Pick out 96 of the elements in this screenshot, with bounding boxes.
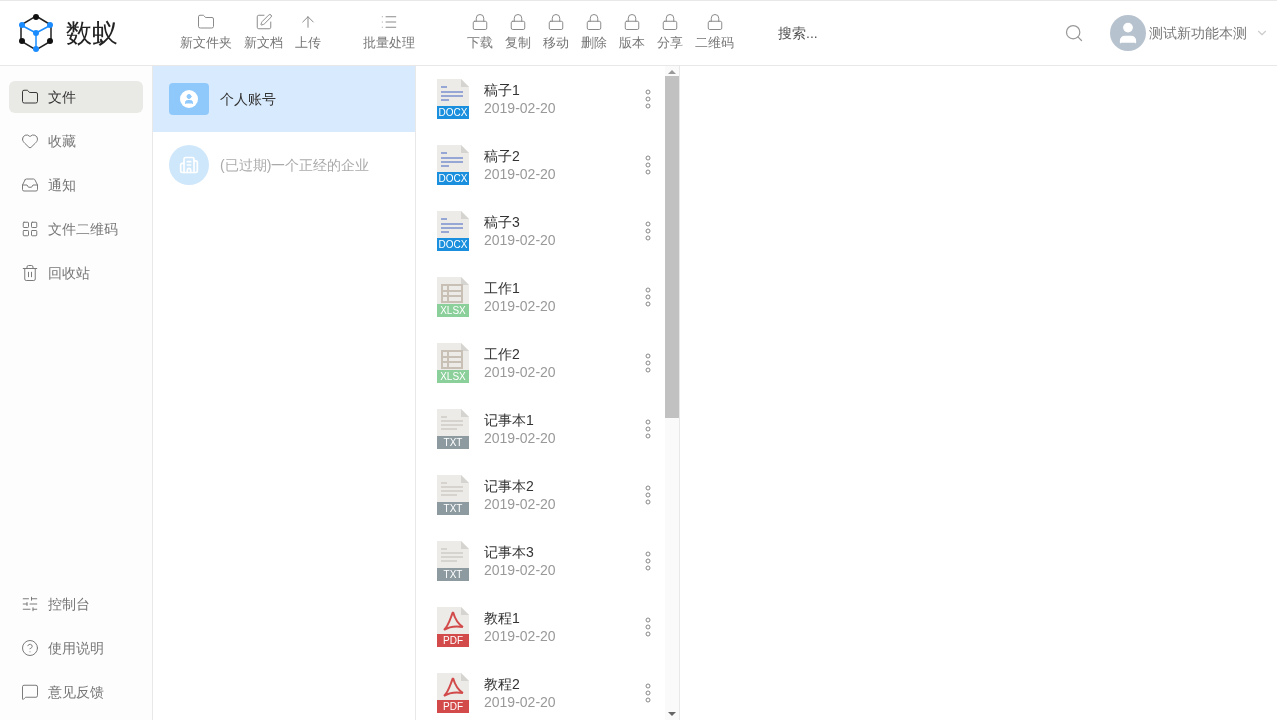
sliders-icon [21,595,39,613]
toolbar-button[interactable]: 版本 [613,13,651,53]
account-item[interactable]: 个人账号 [153,66,415,132]
folder-icon [197,13,215,32]
more-icon[interactable] [645,287,651,307]
file-date: 2019-02-20 [484,297,557,315]
help-icon [21,639,39,657]
more-icon[interactable] [645,89,651,109]
file-row[interactable]: DOCX 稿子3 2019-02-20 [416,198,665,264]
file-type-label: DOCX [437,106,469,119]
trash-icon [21,264,39,282]
file-type-label: TXT [437,568,469,581]
toolbar-button[interactable]: 新文档 [238,13,289,53]
file-name: 教程1 [484,609,521,627]
file-name: 记事本1 [484,411,535,429]
file-date: 2019-02-20 [484,627,557,645]
sidebar-item[interactable]: 回收站 [9,257,143,289]
file-type-label: PDF [437,700,469,713]
file-row[interactable]: XLSX 工作2 2019-02-20 [416,330,665,396]
file-row[interactable]: DOCX 稿子2 2019-02-20 [416,132,665,198]
file-name: 记事本3 [484,543,535,561]
toolbar-button[interactable]: 删除 [575,13,613,53]
lock-icon [585,13,603,32]
file-date: 2019-02-20 [484,429,557,447]
more-icon[interactable] [645,221,651,241]
brand-name: 数蚁 [66,16,118,50]
sidebar-item[interactable]: 文件 [9,81,143,113]
file-type-label: DOCX [437,172,469,185]
file-row[interactable]: TXT 记事本2 2019-02-20 [416,462,665,528]
user-name[interactable]: 测试新功能本测 [1149,22,1247,44]
file-date: 2019-02-20 [484,165,557,183]
file-row[interactable]: XLSX 工作1 2019-02-20 [416,264,665,330]
folder-icon [21,88,39,106]
more-icon[interactable] [645,419,651,439]
file-date: 2019-02-20 [484,231,557,249]
heart-icon [21,132,39,150]
more-icon[interactable] [645,617,651,637]
file-date: 2019-02-20 [484,561,557,579]
building-icon [169,145,209,185]
sidebar-item[interactable]: 使用说明 [9,632,143,664]
lock-icon [509,13,527,32]
file-date: 2019-02-20 [484,495,557,513]
edit-icon [254,13,273,32]
file-type-label: XLSX [437,370,469,383]
toolbar-button[interactable]: 移动 [537,13,575,53]
toolbar-button[interactable]: 批量处理 [357,13,421,53]
file-name: 记事本2 [484,477,535,495]
lock-icon [547,13,565,32]
search-field[interactable]: 搜索... [778,22,908,44]
more-icon[interactable] [645,551,651,571]
file-name: 工作2 [484,345,521,363]
toolbar-button[interactable]: 二维码 [689,13,740,53]
lock-icon [661,13,679,32]
toolbar-button[interactable]: 上传 [289,13,327,53]
lock-icon [705,13,724,32]
file-type-label: TXT [437,502,469,515]
more-icon[interactable] [645,683,651,703]
file-name: 稿子1 [484,81,521,99]
file-name: 稿子3 [484,213,521,231]
more-icon[interactable] [645,353,651,373]
toolbar-button[interactable]: 分享 [651,13,689,53]
file-date: 2019-02-20 [484,363,557,381]
file-row[interactable]: PDF 教程1 2019-02-20 [416,594,665,660]
sidebar-item[interactable]: 意见反馈 [9,676,143,708]
file-row[interactable]: DOCX 稿子1 2019-02-20 [416,66,665,132]
more-icon[interactable] [645,155,651,175]
avatar-icon[interactable] [1110,15,1146,51]
file-type-label: XLSX [437,304,469,317]
sidebar-item[interactable]: 控制台 [9,588,143,620]
user-folder-icon [169,83,209,115]
file-name: 教程2 [484,675,521,693]
file-row[interactable]: TXT 记事本3 2019-02-20 [416,528,665,594]
file-type-label: PDF [437,634,469,647]
grid-icon [21,220,39,238]
file-name: 工作1 [484,279,521,297]
file-type-label: DOCX [437,238,469,251]
chat-icon [21,683,39,701]
scrollbar[interactable] [665,66,679,720]
sidebar-item[interactable]: 收藏 [9,125,143,157]
toolbar-button[interactable]: 复制 [499,13,537,53]
toolbar-button[interactable]: 下载 [461,13,499,53]
toolbar-button[interactable]: 新文件夹 [174,13,238,53]
logo-icon [18,13,54,53]
lock-icon [471,13,489,32]
file-date: 2019-02-20 [484,99,557,117]
more-icon[interactable] [645,485,651,505]
file-row[interactable]: TXT 记事本1 2019-02-20 [416,396,665,462]
file-date: 2019-02-20 [484,693,557,711]
search-icon[interactable] [1064,23,1084,43]
sidebar-item[interactable]: 通知 [9,169,143,201]
lock-icon [623,13,641,32]
file-type-label: TXT [437,436,469,449]
file-name: 稿子2 [484,147,521,165]
file-row[interactable]: PDF 教程2 2019-02-20 [416,660,665,720]
inbox-icon [21,176,39,194]
sidebar-item[interactable]: 文件二维码 [9,213,143,245]
